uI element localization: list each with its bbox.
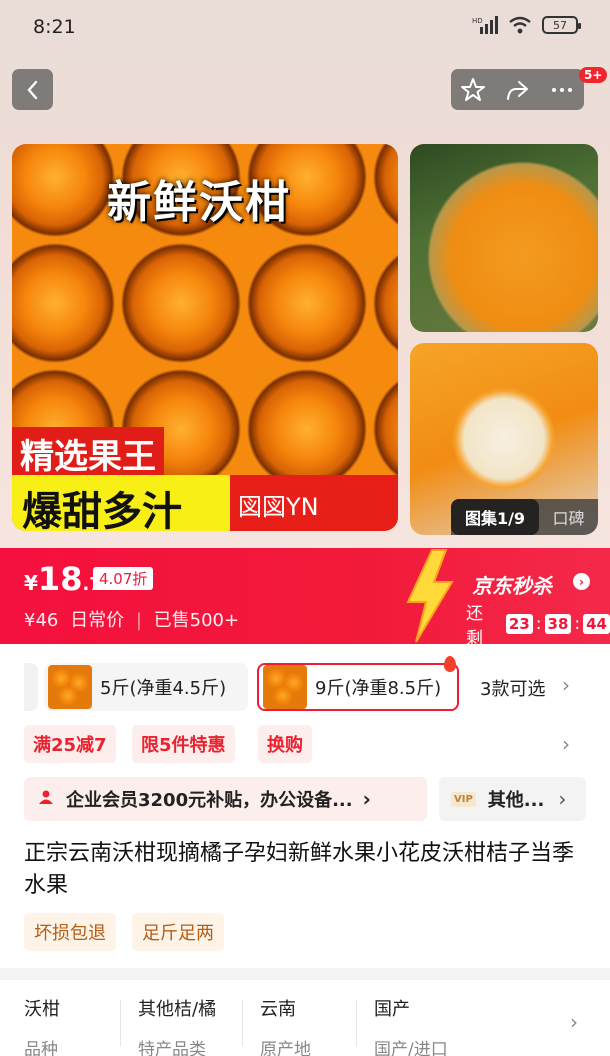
status-time: 8:21 — [33, 16, 76, 38]
product-title: 正宗云南沃柑现摘橘子孕妇新鲜水果小花皮沃柑桔子当季水果 — [24, 841, 575, 898]
attribute-variety: 沃柑 品种 — [24, 995, 60, 1056]
variant-label: 5斤(净重4.5斤) — [100, 678, 227, 699]
countdown-hours: 23 — [505, 614, 533, 634]
attribute-value: 其他桔/橘 — [138, 999, 217, 1020]
variant-thumbnail — [263, 665, 307, 709]
star-icon[interactable] — [460, 77, 486, 103]
wifi-icon — [509, 16, 531, 34]
service-tag-weight[interactable]: 足斤足两 — [132, 913, 224, 951]
image-caption: 新鲜沃柑 — [107, 177, 291, 228]
more-icon[interactable] — [549, 77, 575, 103]
image-tag-select: 精选果王 — [12, 427, 164, 480]
svg-text:HD: HD — [472, 17, 483, 25]
attribute-import: 国产 国产/进口 — [374, 995, 448, 1056]
status-bar: 8:21 HD 57 — [0, 0, 610, 56]
attribute-key: 原产地 — [260, 1040, 311, 1056]
price-integer: 18 — [37, 560, 83, 598]
sold-count: 已售500+ — [153, 610, 240, 631]
reviews-tab[interactable]: 口碑 — [539, 505, 598, 529]
gallery-counter-label[interactable]: 图集1/9 — [451, 499, 539, 535]
attribute-separator — [242, 1000, 243, 1046]
original-price: ¥46 — [24, 610, 59, 631]
image-tag-brand: 図図YN — [230, 475, 398, 531]
user-icon — [38, 789, 54, 809]
variant-option-5jin[interactable]: 5斤(净重4.5斤) — [44, 663, 248, 711]
attribute-value: 国产 — [374, 999, 410, 1020]
discount-badge: 4.07折 — [93, 567, 154, 590]
message-badge: 5+ — [579, 67, 608, 83]
gallery-counter[interactable]: 图集1/9 口碑 — [451, 499, 598, 535]
lightning-icon — [406, 549, 454, 643]
flash-sale-title[interactable]: 京东秒杀 — [472, 570, 552, 599]
image-tag-sweet: 爆甜多汁 — [12, 475, 230, 531]
enterprise-member-banner[interactable]: 企业会员3200元补贴，办公设备... › — [24, 777, 427, 821]
attribute-key: 品种 — [24, 1040, 58, 1056]
variant-option-9jin[interactable]: 9斤(净重8.5斤) — [257, 663, 459, 711]
chevron-right-icon[interactable]: › — [562, 673, 570, 697]
promo-exchange[interactable]: 换购 — [258, 725, 312, 763]
nav-actions — [451, 69, 584, 110]
more-variants-link[interactable]: 3款可选 — [480, 675, 545, 701]
status-icons: HD 57 — [472, 16, 581, 34]
vip-icon: VIP — [451, 791, 476, 807]
attribute-key: 国产/进口 — [374, 1040, 448, 1056]
share-icon[interactable] — [504, 77, 530, 103]
countdown-minutes: 38 — [544, 614, 572, 634]
currency-symbol: ¥ — [24, 571, 38, 595]
other-offers-label: 其他... — [487, 790, 545, 811]
promo-full-reduction[interactable]: 满25减7 — [24, 725, 116, 763]
chevron-left-icon — [26, 80, 37, 99]
variant-thumbnail — [48, 665, 92, 709]
attribute-category: 其他桔/橘 特产品类 — [138, 995, 216, 1056]
chevron-right-icon[interactable]: › — [562, 732, 570, 756]
chevron-right-icon[interactable]: › — [570, 1010, 578, 1034]
attribute-key: 特产品类 — [138, 1040, 206, 1056]
flash-countdown: 还剩 23: 38: 44 — [466, 599, 610, 649]
service-tag-damage[interactable]: 坏损包退 — [24, 913, 116, 951]
attribute-separator — [356, 1000, 357, 1046]
enterprise-text: 企业会员3200元补贴，办公设备... — [66, 790, 353, 811]
attribute-separator — [120, 1000, 121, 1046]
current-price: ¥18.7 — [24, 560, 102, 598]
gallery-thumb-basket[interactable] — [410, 144, 598, 332]
variant-label: 9斤(净重8.5斤) — [315, 678, 442, 699]
section-divider — [0, 968, 610, 980]
variant-scroll-edge — [24, 663, 38, 711]
main-product-image[interactable]: 新鲜沃柑 精选果王 爆甜多汁 図図YN — [12, 144, 398, 531]
original-price-row: ¥46 日常价 | 已售500+ — [24, 610, 240, 631]
attribute-value: 云南 — [260, 999, 296, 1020]
attribute-value: 沃柑 — [24, 999, 60, 1020]
original-price-label: 日常价 — [70, 610, 125, 631]
hot-icon — [444, 656, 456, 672]
chevron-right-icon: › — [558, 787, 567, 811]
countdown-label: 还剩 — [466, 604, 483, 649]
attributes-row[interactable]: 沃柑 品种 其他桔/橘 特产品类 云南 原产地 国产 国产/进口 › — [0, 980, 610, 1056]
chevron-right-icon: › — [362, 787, 371, 811]
back-button[interactable] — [12, 69, 53, 110]
chevron-right-icon[interactable]: › — [573, 573, 590, 590]
attribute-origin: 云南 原产地 — [260, 995, 311, 1056]
battery-icon: 57 — [542, 16, 581, 34]
countdown-seconds: 44 — [583, 614, 610, 634]
signal-icon: HD — [472, 16, 498, 34]
other-offers-button[interactable]: VIP 其他... › — [439, 777, 586, 821]
promo-limited[interactable]: 限5件特惠 — [132, 725, 235, 763]
